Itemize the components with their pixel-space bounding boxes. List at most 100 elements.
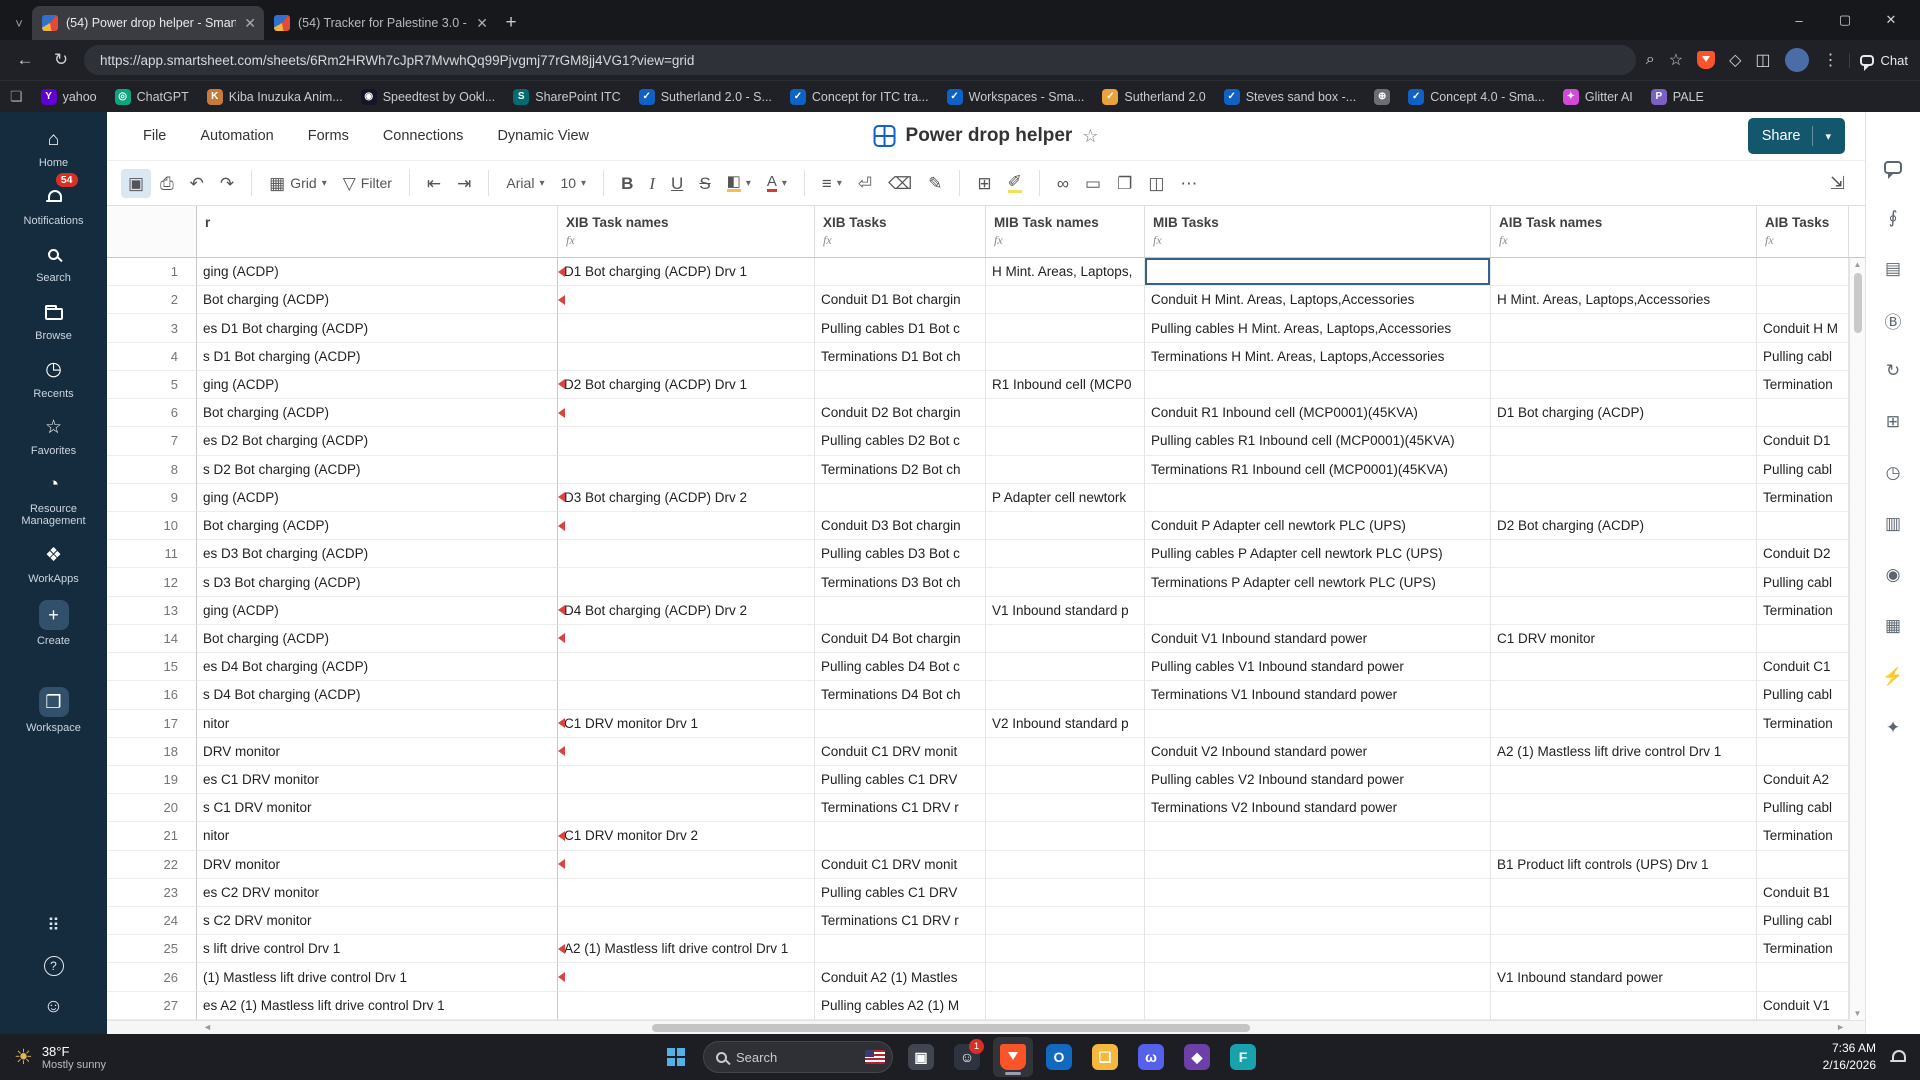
grid-cell[interactable] bbox=[815, 258, 986, 287]
grid-cell[interactable]: H Mint. Areas, Laptops, bbox=[986, 258, 1145, 287]
grid-cell[interactable]: D2 Bot charging (ACDP) bbox=[1491, 511, 1757, 541]
grid-cell[interactable] bbox=[558, 653, 815, 682]
grid-cell[interactable]: Pulling cables D1 Bot c bbox=[815, 314, 986, 343]
grid-cell[interactable]: Pulling cables P Adapter cell newtork PL… bbox=[1145, 540, 1491, 569]
grid-cell[interactable]: Pulling cabl bbox=[1757, 794, 1849, 823]
grid-cell[interactable] bbox=[986, 991, 1145, 1020]
column-header-xib-task-names[interactable]: XIB Task names fx bbox=[558, 206, 815, 257]
tab-search-chevron-icon[interactable]: ˅ bbox=[6, 6, 32, 40]
bookmark-workspaces-sma[interactable]: ✓ Workspaces - Sma... bbox=[939, 86, 1093, 108]
grid-cell[interactable] bbox=[1491, 878, 1757, 908]
grid-cell[interactable]: Terminations D4 Bot ch bbox=[815, 681, 986, 710]
more-menu-icon[interactable]: ⋮ bbox=[1823, 50, 1839, 70]
grid-cell[interactable] bbox=[558, 427, 815, 456]
row-number[interactable]: 16 bbox=[107, 681, 197, 710]
grid-cell[interactable] bbox=[1491, 709, 1757, 738]
grid-cell[interactable]: Conduit D2 Bot chargin bbox=[815, 399, 986, 428]
grid-cell[interactable] bbox=[986, 314, 1145, 343]
image-button[interactable]: ▭ bbox=[1078, 169, 1108, 198]
wallet-icon[interactable]: ◇ bbox=[1729, 50, 1741, 70]
grid-cell[interactable]: Terminations D1 Bot ch bbox=[815, 342, 986, 371]
grid-cell[interactable]: nitor bbox=[197, 709, 558, 738]
grid-cell[interactable] bbox=[1757, 511, 1849, 541]
taskbar-discord-button[interactable]: ω bbox=[1131, 1037, 1171, 1077]
insert-button[interactable]: ◫ bbox=[1141, 169, 1171, 198]
taskbar-app-purple-button[interactable]: ◆ bbox=[1177, 1037, 1217, 1077]
grid-cell[interactable]: C1 DRV monitor Drv 2 bbox=[558, 822, 815, 851]
horizontal-scroll-thumb[interactable] bbox=[651, 1024, 1250, 1032]
save-button[interactable]: ▣ bbox=[121, 168, 152, 198]
grid-cell[interactable]: Conduit P Adapter cell newtork PLC (UPS) bbox=[1145, 511, 1491, 541]
sidebar-item-search[interactable]: Search bbox=[0, 241, 107, 285]
bookmark-sharepoint-itc[interactable]: S SharePoint ITC bbox=[505, 86, 628, 108]
grid-cell[interactable]: Pulling cables D2 Bot c bbox=[815, 427, 986, 456]
grid-cell[interactable] bbox=[558, 794, 815, 823]
grid-cell[interactable]: V1 Inbound standard p bbox=[986, 596, 1145, 625]
grid-cell[interactable] bbox=[1757, 963, 1849, 992]
grid-cell[interactable] bbox=[1145, 963, 1491, 992]
grid-cell[interactable]: Termination bbox=[1757, 370, 1849, 400]
grid-cell[interactable] bbox=[986, 878, 1145, 908]
brave-shields-icon[interactable] bbox=[1697, 51, 1716, 69]
scroll-down-icon[interactable]: ▼ bbox=[1854, 1009, 1862, 1018]
grid-cell[interactable] bbox=[986, 427, 1145, 456]
grid-cell[interactable]: Termination bbox=[1757, 935, 1849, 964]
align-button[interactable]: ≡ ▾ bbox=[815, 169, 849, 198]
grid-cell[interactable] bbox=[1491, 342, 1757, 371]
borders-button[interactable]: ⊞ bbox=[970, 169, 998, 198]
grid-cell[interactable] bbox=[1491, 765, 1757, 795]
grid-cell[interactable]: Bot charging (ACDP) bbox=[197, 399, 558, 428]
column-header-r[interactable]: r bbox=[197, 206, 558, 257]
grid-cell[interactable]: Terminations D2 Bot ch bbox=[815, 455, 986, 484]
grid-cell[interactable]: ging (ACDP) bbox=[197, 596, 558, 625]
grid-cell[interactable] bbox=[1491, 681, 1757, 710]
tab-close-icon[interactable]: ✕ bbox=[244, 15, 256, 32]
menu-connections[interactable]: Connections bbox=[383, 128, 464, 144]
grid-cell[interactable]: Terminations R1 Inbound cell (MCP0001)(4… bbox=[1145, 455, 1491, 484]
grid-cell[interactable] bbox=[986, 511, 1145, 541]
grid-corner-cell[interactable] bbox=[107, 206, 197, 257]
grid-cell[interactable]: ging (ACDP) bbox=[197, 370, 558, 400]
selected-cell[interactable] bbox=[1145, 258, 1491, 287]
grid-cell[interactable]: Conduit D1 bbox=[1757, 427, 1849, 456]
grid-cell[interactable] bbox=[986, 850, 1145, 879]
grid-cell[interactable]: Conduit V1 bbox=[1757, 991, 1849, 1020]
grid-cell[interactable]: Bot charging (ACDP) bbox=[197, 624, 558, 654]
scroll-left-icon[interactable]: ◄ bbox=[203, 1022, 212, 1032]
grid-cell[interactable] bbox=[558, 907, 815, 936]
grid-cell[interactable]: Pulling cables D3 Bot c bbox=[815, 540, 986, 569]
grid-cell[interactable]: Conduit R1 Inbound cell (MCP0001)(45KVA) bbox=[1145, 399, 1491, 428]
grid-cell[interactable] bbox=[1757, 624, 1849, 654]
grid-cell[interactable] bbox=[558, 342, 815, 371]
grid-cell[interactable]: Conduit A2 bbox=[1757, 765, 1849, 795]
sidebar-item-recents[interactable]: ◷ Recents bbox=[0, 357, 107, 401]
grid-cell[interactable] bbox=[1145, 483, 1491, 512]
start-button[interactable] bbox=[657, 1037, 695, 1077]
filter-button[interactable]: ▽ Filter bbox=[336, 169, 399, 198]
grid-cell[interactable] bbox=[986, 342, 1145, 371]
taskbar-search[interactable]: Search bbox=[703, 1041, 893, 1073]
rail-contacts-button[interactable]: ◉ bbox=[1876, 558, 1910, 592]
grid-cell[interactable] bbox=[1757, 850, 1849, 879]
row-number[interactable]: 13 bbox=[107, 596, 197, 625]
grid-cell[interactable] bbox=[558, 399, 815, 428]
grid-cell[interactable]: Termination bbox=[1757, 596, 1849, 625]
close-button[interactable]: ✕ bbox=[1868, 0, 1914, 40]
grid-cell[interactable] bbox=[558, 963, 815, 992]
grid-cell[interactable]: Conduit C1 bbox=[1757, 653, 1849, 682]
row-number[interactable]: 10 bbox=[107, 511, 197, 541]
taskbar-brave-button[interactable] bbox=[993, 1037, 1033, 1077]
grid-cell[interactable] bbox=[1491, 427, 1757, 456]
grid-cell[interactable]: s C2 DRV monitor bbox=[197, 907, 558, 936]
grid-cell[interactable] bbox=[986, 286, 1145, 315]
grid-cell[interactable] bbox=[1491, 540, 1757, 569]
grid-cell[interactable]: A2 (1) Mastless lift drive control Drv 1 bbox=[1491, 737, 1757, 766]
grid-cell[interactable] bbox=[1145, 596, 1491, 625]
clock[interactable]: 7:36 AM 2/16/2026 bbox=[1823, 1040, 1876, 1074]
grid-cell[interactable]: P Adapter cell newtork bbox=[986, 483, 1145, 512]
share-button[interactable]: Share ▾ bbox=[1747, 118, 1845, 154]
grid-cell[interactable]: D1 Bot charging (ACDP) bbox=[1491, 399, 1757, 428]
bookmark-glitter-ai[interactable]: ✦ Glitter AI bbox=[1555, 86, 1641, 108]
row-number[interactable]: 3 bbox=[107, 314, 197, 343]
grid-cell[interactable] bbox=[1145, 935, 1491, 964]
